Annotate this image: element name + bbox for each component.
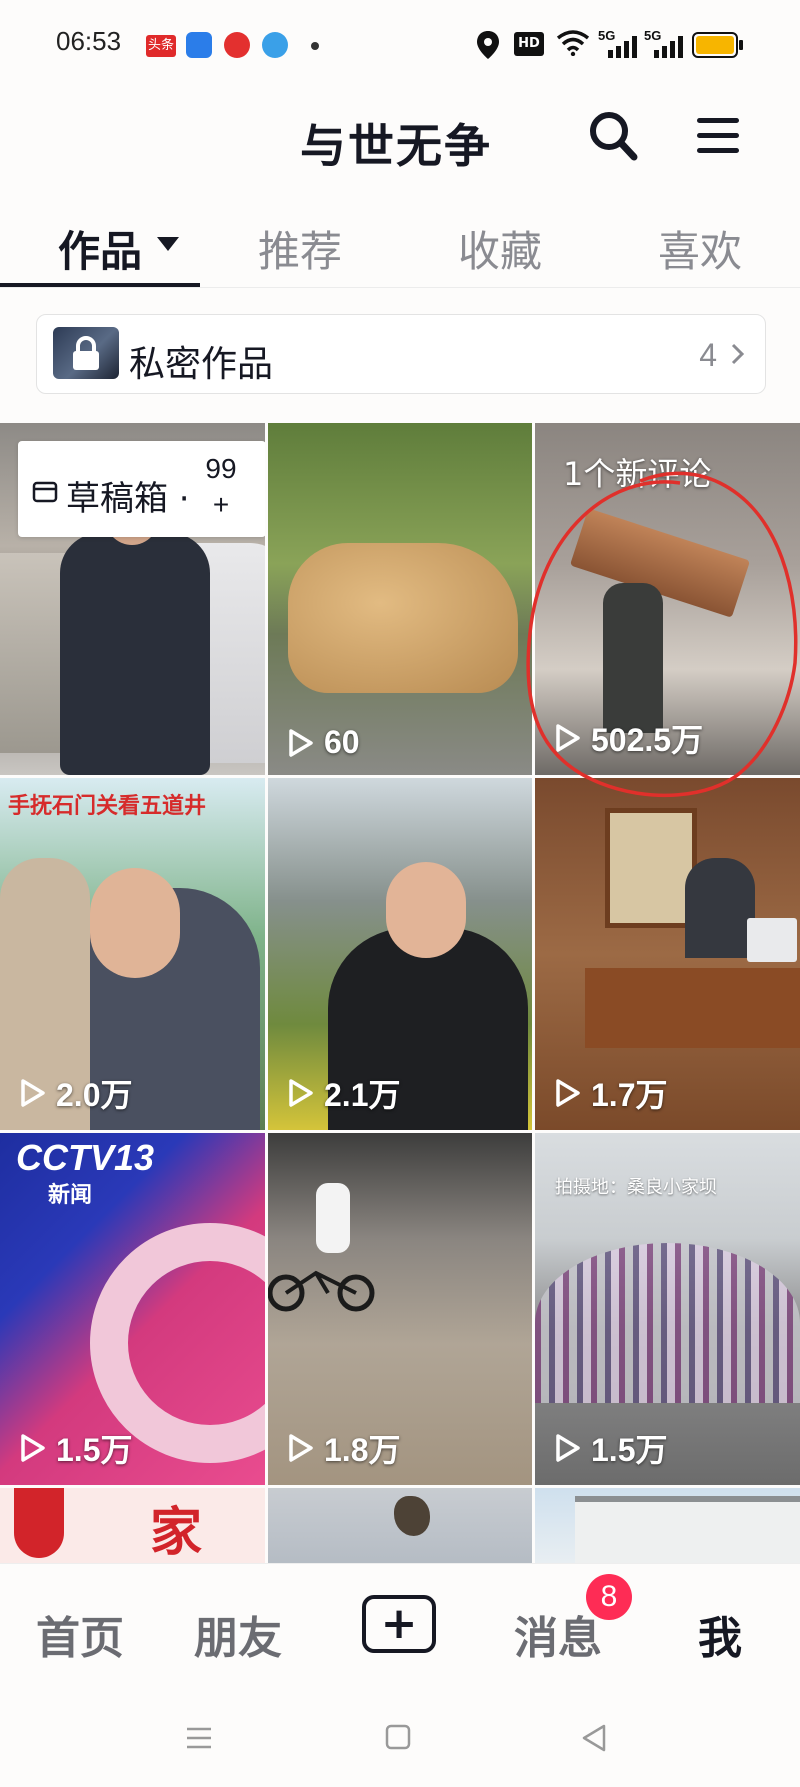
rock-shape	[394, 1496, 430, 1536]
wifi-icon	[556, 30, 590, 56]
drafts-label: 草稿箱 ·	[66, 479, 190, 519]
tab-divider	[0, 287, 800, 288]
video-thumbnail[interactable]	[268, 1488, 532, 1563]
video-caption: 家	[150, 1503, 203, 1563]
tab-likes[interactable]: 喜欢	[658, 218, 742, 279]
play-icon	[289, 728, 313, 757]
play-icon	[21, 1079, 45, 1107]
home-square-icon[interactable]	[384, 1723, 412, 1751]
battery-icon	[692, 32, 743, 58]
toutiao-icon: 头条	[146, 35, 176, 57]
video-caption: 手抚石门关看五道井	[8, 794, 207, 819]
annotation-circle	[526, 471, 798, 798]
nav-home[interactable]: 首页	[36, 1602, 124, 1666]
notification-dot	[311, 42, 319, 50]
person-head	[90, 868, 180, 978]
play-icon	[289, 1434, 313, 1462]
app-lightblue-icon	[262, 32, 288, 58]
lion-shape	[288, 543, 518, 693]
status-bar: 06:53 头条 HD 5G 5G	[0, 0, 800, 80]
private-thumbnail	[53, 327, 119, 379]
person-figure	[685, 858, 755, 958]
video-thumbnail[interactable]: 手抚石门关看五道井 2.0万	[0, 778, 265, 1130]
video-thumbnail[interactable]: 1.8万	[268, 1133, 532, 1485]
crowd-dancers	[535, 1243, 800, 1403]
view-count: 2.0万	[16, 1070, 133, 1116]
video-thumbnail[interactable]	[535, 1488, 800, 1563]
cctv-logo: CCTV13	[16, 1137, 155, 1178]
lock-icon	[73, 336, 99, 370]
tab-works[interactable]: 作品	[58, 218, 142, 279]
page-title: 与世无争	[300, 119, 492, 173]
view-count: 1.7万	[551, 1070, 668, 1116]
app-blue-icon	[186, 32, 212, 58]
status-time: 06:53	[56, 26, 122, 56]
private-works-banner[interactable]: 私密作品 4	[36, 314, 766, 394]
view-count: 1.5万	[16, 1425, 133, 1471]
nav-me[interactable]: 我	[698, 1602, 742, 1666]
person-head	[386, 862, 466, 958]
video-caption: 拍摄地：桑良小家坝	[555, 1177, 717, 1198]
bicycle-shape	[268, 1270, 375, 1312]
system-navigation-bar	[0, 1693, 800, 1787]
search-icon[interactable]	[588, 110, 638, 162]
hd-icon: HD	[514, 32, 544, 56]
computer-monitor	[747, 918, 797, 962]
messages-badge: 8	[586, 1574, 632, 1620]
tab-recommend[interactable]: 推荐	[258, 218, 342, 279]
back-icon[interactable]	[580, 1723, 608, 1753]
view-count: 1.5万	[551, 1425, 668, 1471]
video-thumbnail[interactable]: 拍摄地：桑良小家坝 1.5万	[535, 1133, 800, 1485]
private-works-label: 私密作品	[129, 344, 274, 385]
video-thumbnail[interactable]: 家	[0, 1488, 265, 1563]
app-red-icon	[224, 32, 250, 58]
menu-icon[interactable]	[696, 116, 740, 156]
play-icon	[556, 1434, 580, 1462]
nav-messages[interactable]: 消息	[514, 1602, 602, 1666]
profile-silhouette	[14, 1488, 64, 1558]
chevron-right-icon	[731, 343, 745, 365]
drafts-icon	[32, 481, 58, 503]
view-count: 2.1万	[284, 1070, 401, 1116]
nav-friends[interactable]: 朋友	[194, 1602, 282, 1666]
play-icon	[556, 1079, 580, 1107]
cctv-news-label: 新闻	[48, 1183, 93, 1208]
tab-favorites[interactable]: 收藏	[458, 218, 542, 279]
view-count: 60	[284, 724, 360, 761]
location-icon	[477, 31, 499, 59]
drafts-box[interactable]: 草稿箱 · 99 +	[18, 441, 265, 537]
play-icon	[289, 1079, 313, 1107]
video-thumbnail[interactable]: CCTV13 新闻 1.5万	[0, 1133, 265, 1485]
drafts-count: 99 +	[205, 453, 237, 520]
create-button[interactable]: +	[362, 1595, 436, 1653]
private-works-count: 4	[699, 337, 717, 373]
works-grid: 草稿箱 · 99 + 60 1个新评论 502.5万 手抚石门关看五道井 2.0…	[0, 423, 800, 1563]
person-figure	[60, 533, 210, 775]
building-shape	[575, 1496, 800, 1563]
caret-down-icon[interactable]	[156, 236, 180, 252]
recent-apps-icon[interactable]	[184, 1723, 214, 1753]
video-thumbnail[interactable]: 草稿箱 · 99 +	[0, 423, 265, 775]
view-count: 1.8万	[284, 1425, 401, 1471]
rider-figure	[316, 1183, 350, 1253]
desk	[585, 968, 800, 1048]
plus-icon: +	[380, 1598, 418, 1649]
play-icon	[21, 1434, 45, 1462]
